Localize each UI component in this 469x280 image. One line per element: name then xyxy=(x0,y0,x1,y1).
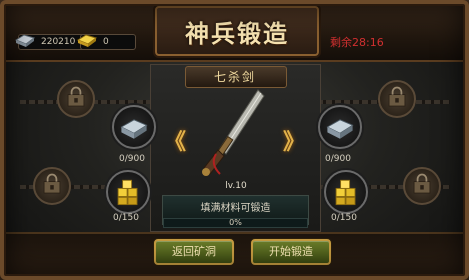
locked-chest-icon xyxy=(43,173,61,194)
silver-ingot-icon xyxy=(14,34,36,47)
gold-ingot-icon xyxy=(76,34,98,47)
forge-hint: 填满材料可锻造 xyxy=(200,203,271,214)
page-title: 神兵锻造 xyxy=(185,19,289,48)
material-slot-right-top[interactable] xyxy=(318,105,362,149)
next-weapon-arrow[interactable]: 》 xyxy=(283,124,305,156)
locked-chest-icon xyxy=(388,86,406,107)
locked-slot xyxy=(378,80,416,118)
start-forge-button[interactable]: 开始锻造 xyxy=(251,239,331,265)
weapon-name: 七杀剑 xyxy=(213,70,256,84)
forge-screen: 神兵锻造 剩余28:16 220210 0 七杀剑 《 》 0/900 0/15… xyxy=(0,0,469,280)
locked-slot xyxy=(33,167,71,205)
prev-weapon-arrow[interactable]: 《 xyxy=(164,124,186,156)
weapon-level: lv.10 xyxy=(225,181,247,191)
silver-ore-icon xyxy=(326,119,354,139)
locked-slot xyxy=(57,80,95,118)
countdown-timer: 剩余28:16 xyxy=(330,36,384,49)
material-slot-left-bottom[interactable] xyxy=(106,170,150,214)
material-count: 0/150 xyxy=(331,213,357,223)
gold-counter: 0 xyxy=(76,34,136,50)
material-slot-left-top[interactable] xyxy=(112,105,156,149)
back-to-mine-button[interactable]: 返回矿洞 xyxy=(154,239,234,265)
gold-ore-icon xyxy=(117,179,138,206)
material-count: 0/150 xyxy=(113,213,139,223)
silver-value: 220210 xyxy=(41,37,76,47)
material-slot-right-bottom[interactable] xyxy=(324,170,368,214)
gold-ore-icon xyxy=(335,179,356,206)
material-count: 0/900 xyxy=(325,154,351,164)
locked-chest-icon xyxy=(413,173,431,194)
locked-slot xyxy=(403,167,441,205)
gold-value: 0 xyxy=(103,37,109,47)
forge-progress-text: 0% xyxy=(229,218,242,227)
locked-chest-icon xyxy=(67,86,85,107)
sword-icon xyxy=(202,89,265,176)
silver-ore-icon xyxy=(120,119,148,139)
bottom-bar xyxy=(0,232,469,280)
material-count: 0/900 xyxy=(119,154,145,164)
